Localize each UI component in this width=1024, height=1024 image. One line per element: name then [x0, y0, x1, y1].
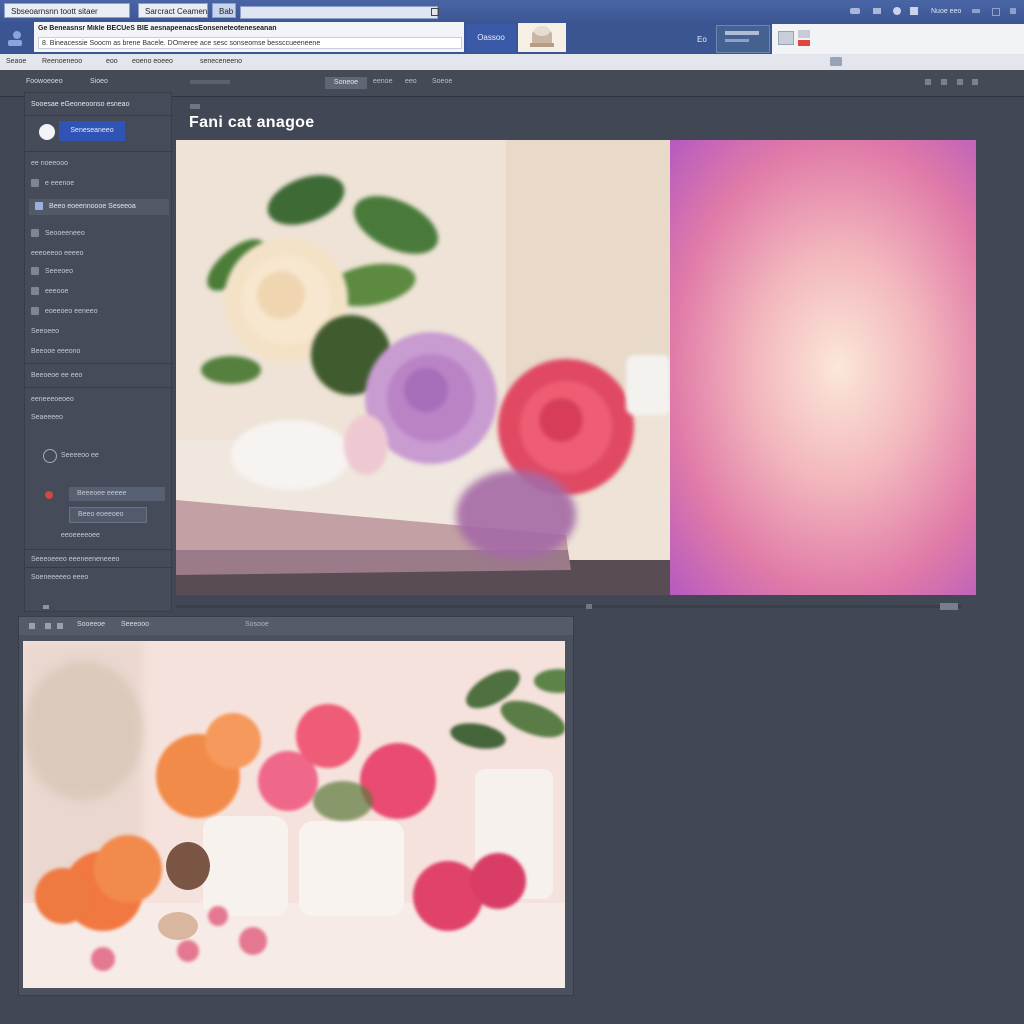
- header-right-area: [772, 24, 1024, 54]
- flag-icon[interactable]: [798, 30, 810, 38]
- header-right-label: Eo: [697, 35, 707, 44]
- sidebar-footer-icon[interactable]: [43, 605, 49, 609]
- toolbar-icon[interactable]: [850, 8, 860, 14]
- sidebar-item[interactable]: ee noeeooo: [31, 157, 165, 171]
- item-icon: [31, 267, 39, 276]
- primary-button[interactable]: Seneseaneeo: [59, 121, 125, 141]
- flower-arrangement-photo[interactable]: [23, 641, 565, 988]
- avatar[interactable]: [39, 124, 55, 140]
- item-icon: [31, 287, 39, 296]
- sidebar-item[interactable]: Soeneeeeeo eeeo: [31, 571, 165, 585]
- scroll-arrow-icon[interactable]: [940, 603, 958, 610]
- sidebar-field[interactable]: Beeo eoeeoeo: [69, 507, 147, 523]
- settings-icon[interactable]: [910, 7, 918, 15]
- address-line-2[interactable]: 8. Bineacessie Soocm as brene Bacele. DO…: [38, 37, 462, 49]
- panel-icon[interactable]: [941, 79, 947, 85]
- sidebar-section[interactable]: Seeeoeeeo eeeneeneneeeo: [31, 553, 165, 567]
- window-tab[interactable]: Sooeeoe: [77, 621, 105, 628]
- browser-tab-2[interactable]: Sarcract Ceamena: [138, 3, 208, 18]
- browser-tab-3[interactable]: Bab: [212, 3, 236, 18]
- image-icon[interactable]: [778, 31, 794, 45]
- account-icon[interactable]: [893, 7, 901, 15]
- sidebar-field[interactable]: Beeeoee eeeee: [69, 487, 165, 501]
- toolbar-divider: [190, 80, 230, 84]
- gradient-panel[interactable]: [670, 140, 976, 595]
- window-tab[interactable]: Sosooe: [245, 621, 269, 628]
- item-icon: [31, 307, 39, 316]
- crumb[interactable]: Soeoe: [432, 78, 452, 85]
- sidebar-item[interactable]: Seooeeneeo: [31, 227, 165, 241]
- tab-strip-field[interactable]: [240, 6, 438, 19]
- crumb[interactable]: eenoe: [373, 78, 392, 85]
- header-mini-panel[interactable]: [716, 25, 770, 53]
- status-item[interactable]: Seaoe: [6, 58, 26, 65]
- crumb[interactable]: eeo: [405, 78, 417, 85]
- panel-icon[interactable]: [957, 79, 963, 85]
- sidebar-item[interactable]: Seeeeoo ee: [61, 449, 161, 463]
- record-icon[interactable]: [45, 491, 53, 499]
- header-thumbnail[interactable]: [518, 23, 566, 52]
- sidebar-item[interactable]: eeneeeoeoeo: [31, 393, 165, 407]
- alert-icon[interactable]: [798, 40, 810, 46]
- sidebar-header: Sooesae eGeoneoonso esneao: [31, 101, 130, 108]
- browser-titlebar: Sbseoarnsnn toott sitaer Sarcract Ceamen…: [0, 0, 1024, 22]
- sidebar-item[interactable]: e eeenoe: [31, 177, 165, 191]
- toolbar-icon[interactable]: [873, 8, 881, 14]
- page-title: Fani cat anagoe: [189, 114, 315, 131]
- item-icon: [31, 179, 39, 188]
- sidebar-item[interactable]: eeeooe: [31, 285, 165, 299]
- radio-button[interactable]: [43, 449, 57, 463]
- status-item[interactable]: seneceneeno: [200, 58, 242, 65]
- status-bar: Seaoe Reenoeneoo eoo eoeno eoeeo senecen…: [0, 54, 1024, 71]
- toolbar-field[interactable]: Soneoe: [325, 77, 367, 89]
- sidebar-section[interactable]: Beeoeoe ee eeo: [31, 369, 165, 383]
- status-icon[interactable]: [830, 57, 842, 66]
- tab-close-icon[interactable]: [431, 8, 439, 16]
- sidebar-item[interactable]: eeoeeeeoee: [61, 529, 161, 543]
- secondary-window-titlebar: Sooeeoe Seeeooo Sosooe: [19, 617, 573, 635]
- panel-icon[interactable]: [925, 79, 931, 85]
- window-tab[interactable]: Seeeooo: [121, 621, 149, 628]
- flower-photo[interactable]: [176, 140, 670, 595]
- minimize-icon[interactable]: [972, 9, 980, 13]
- window-icon[interactable]: [57, 623, 63, 629]
- browser-tab-1[interactable]: Sbseoarnsnn toott sitaer: [4, 3, 130, 18]
- sidebar-item[interactable]: Seeoeeo: [31, 325, 165, 339]
- secondary-image-window: Sooeeoe Seeeooo Sosooe: [18, 616, 574, 996]
- left-sidebar: Sooesae eGeoneoonso esneao Seneseaneeo e…: [24, 92, 172, 612]
- app-toolbar-label-2[interactable]: Sioeo: [90, 78, 108, 85]
- window-icon[interactable]: [29, 623, 35, 629]
- horizontal-scrollbar[interactable]: [176, 601, 962, 611]
- item-icon: [35, 202, 43, 211]
- image-preview[interactable]: [176, 140, 976, 595]
- header-button[interactable]: Oassoo: [466, 24, 516, 52]
- sidebar-item[interactable]: Beeooe eeeono: [31, 345, 165, 359]
- address-panel: Ge Beneasnsr Mikle BECUeS BIE aesnapeena…: [34, 22, 464, 52]
- item-icon: [31, 229, 39, 238]
- maximize-icon[interactable]: [992, 8, 1000, 16]
- window-icon[interactable]: [45, 623, 51, 629]
- sidebar-item-selected[interactable]: Beeo eoeennoooe Seseeoa: [29, 199, 169, 215]
- status-item[interactable]: eoeno eoeeo: [132, 58, 173, 65]
- user-icon[interactable]: [6, 30, 24, 48]
- address-line-1[interactable]: Ge Beneasnsr Mikle BECUeS BIE aesnapeena…: [38, 25, 462, 35]
- sidebar-item[interactable]: eeeoeeoo eeeeo: [31, 247, 165, 261]
- status-item[interactable]: Reenoeneoo: [42, 58, 82, 65]
- status-item[interactable]: eoo: [106, 58, 118, 65]
- menu-icon[interactable]: [190, 104, 200, 109]
- panel-icon[interactable]: [972, 79, 978, 85]
- close-icon[interactable]: [1010, 8, 1016, 14]
- sidebar-item[interactable]: Seaeeeeo: [31, 411, 165, 425]
- app-toolbar-label[interactable]: Foowoeoeo: [26, 78, 63, 85]
- scroll-thumb[interactable]: [586, 604, 592, 609]
- sidebar-item[interactable]: eoeeoeo eeneeo: [31, 305, 165, 319]
- toolbar-right-label: Nuoe eeo: [931, 8, 962, 15]
- sidebar-item[interactable]: Seeeoeo: [31, 265, 165, 279]
